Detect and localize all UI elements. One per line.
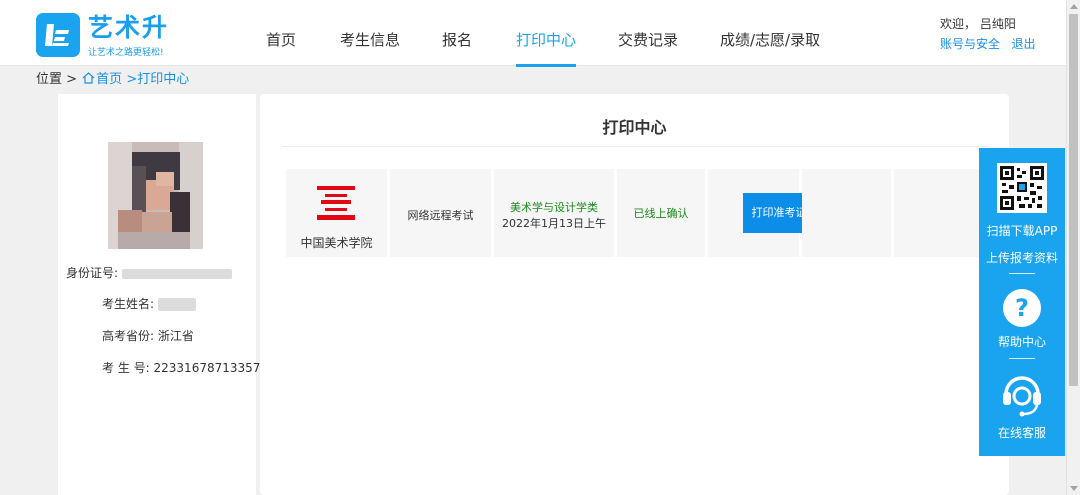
breadcrumb: 位置 > 首页 >打印中心 (36, 70, 189, 90)
help-icon[interactable]: ? (1003, 289, 1041, 327)
download-app-link[interactable]: 扫描下载APP (979, 222, 1065, 239)
scroll-down-icon[interactable] (1070, 486, 1078, 491)
nav-payment-records[interactable]: 交费记录 (618, 0, 678, 66)
print-center-panel: 打印中心 中国美术学院 网络远程考试 美术学与设计学类 2022年1月13日上午… (260, 94, 1009, 495)
school-logo-icon (317, 186, 355, 220)
school-cell: 中国美术学院 (286, 169, 387, 257)
float-divider-1 (1009, 273, 1035, 274)
profile-panel: 身份证号: 考生姓名: 高考省份: 浙江省 考 生 号: 22331678713… (58, 94, 260, 495)
nav-print-center[interactable]: 打印中心 (516, 0, 577, 67)
province-value: 浙江省 (157, 329, 194, 343)
exam-type-cell: 网络远程考试 (390, 169, 491, 257)
confirm-status: 已线上确认 (633, 207, 689, 220)
exam-date: 2022年1月13日上午 (502, 217, 606, 230)
account-security-link[interactable]: 账号与安全 (940, 37, 1000, 51)
nav-home[interactable]: 首页 (266, 0, 296, 66)
avatar (108, 142, 203, 249)
empty-cell-1 (802, 169, 891, 257)
id-number-label: 身份证号: (66, 266, 119, 280)
upload-materials-link[interactable]: 上传报考资料 (979, 249, 1065, 266)
nav-registration[interactable]: 报名 (442, 0, 472, 66)
province-row: 高考省份: 浙江省 (102, 328, 194, 344)
float-divider-2 (1009, 358, 1035, 359)
help-center-link[interactable]: 帮助中心 (979, 333, 1065, 350)
brand-name: 艺术升 (88, 13, 170, 42)
exam-category: 美术学与设计学类 (510, 201, 598, 214)
scroll-thumb[interactable] (1069, 14, 1078, 386)
logout-link[interactable]: 退出 (1011, 37, 1035, 51)
user-name: 吕纯阳 (979, 17, 1016, 31)
brand-logo-icon (36, 13, 80, 57)
school-name: 中国美术学院 (300, 236, 373, 250)
exam-number-row: 考 生 号: 22331678713357 (102, 360, 260, 376)
id-number-row: 身份证号: (66, 265, 232, 281)
scroll-up-icon[interactable] (1070, 4, 1078, 9)
student-name-redacted (157, 298, 196, 311)
breadcrumb-prefix: 位置 > (36, 72, 78, 87)
user-links: 账号与安全 退出 (940, 34, 1060, 54)
breadcrumb-separator: > (126, 72, 138, 87)
breadcrumb-current[interactable]: 打印中心 (137, 72, 189, 87)
student-name-label: 考生姓名: (102, 297, 155, 311)
online-service-link[interactable]: 在线客服 (979, 424, 1065, 441)
exam-time-cell: 美术学与设计学类 2022年1月13日上午 (494, 169, 614, 257)
top-header: 艺术升 让艺术之路更轻松! 首页 考生信息 报名 打印中心 交费记录 成绩/志愿… (0, 0, 1066, 67)
home-icon (82, 72, 95, 84)
nav-scores-admission[interactable]: 成绩/志愿/录取 (720, 0, 820, 66)
welcome-text: 欢迎， (940, 17, 977, 31)
status-cell: 已线上确认 (617, 169, 705, 257)
exam-number-label: 考 生 号: (102, 361, 150, 375)
nav-student-info[interactable]: 考生信息 (340, 0, 400, 66)
qr-code-icon[interactable] (997, 163, 1047, 213)
welcome-line: 欢迎， 吕纯阳 (940, 14, 1060, 34)
student-name-row: 考生姓名: (102, 296, 196, 312)
exam-type: 网络远程考试 (407, 209, 474, 222)
exam-number-value: 22331678713357 (153, 361, 261, 375)
brand-slogan: 让艺术之路更轻松! (88, 48, 164, 58)
province-label: 高考省份: (102, 329, 155, 343)
headset-icon[interactable] (1001, 372, 1043, 418)
exam-record-row: 中国美术学院 网络远程考试 美术学与设计学类 2022年1月13日上午 已线上确… (286, 169, 1002, 257)
title-divider (282, 146, 989, 147)
page-title: 打印中心 (602, 118, 667, 137)
page-scrollbar[interactable] (1066, 0, 1080, 495)
breadcrumb-home[interactable]: 首页 (96, 72, 122, 87)
floating-sidebar: 扫描下载APP 上传报考资料 ? 帮助中心 在线客服 (979, 148, 1065, 456)
brand-logo[interactable]: 艺术升 让艺术之路更轻松! (36, 13, 176, 59)
id-number-redacted (121, 268, 232, 279)
user-panel: 欢迎， 吕纯阳 账号与安全 退出 (940, 14, 1060, 54)
